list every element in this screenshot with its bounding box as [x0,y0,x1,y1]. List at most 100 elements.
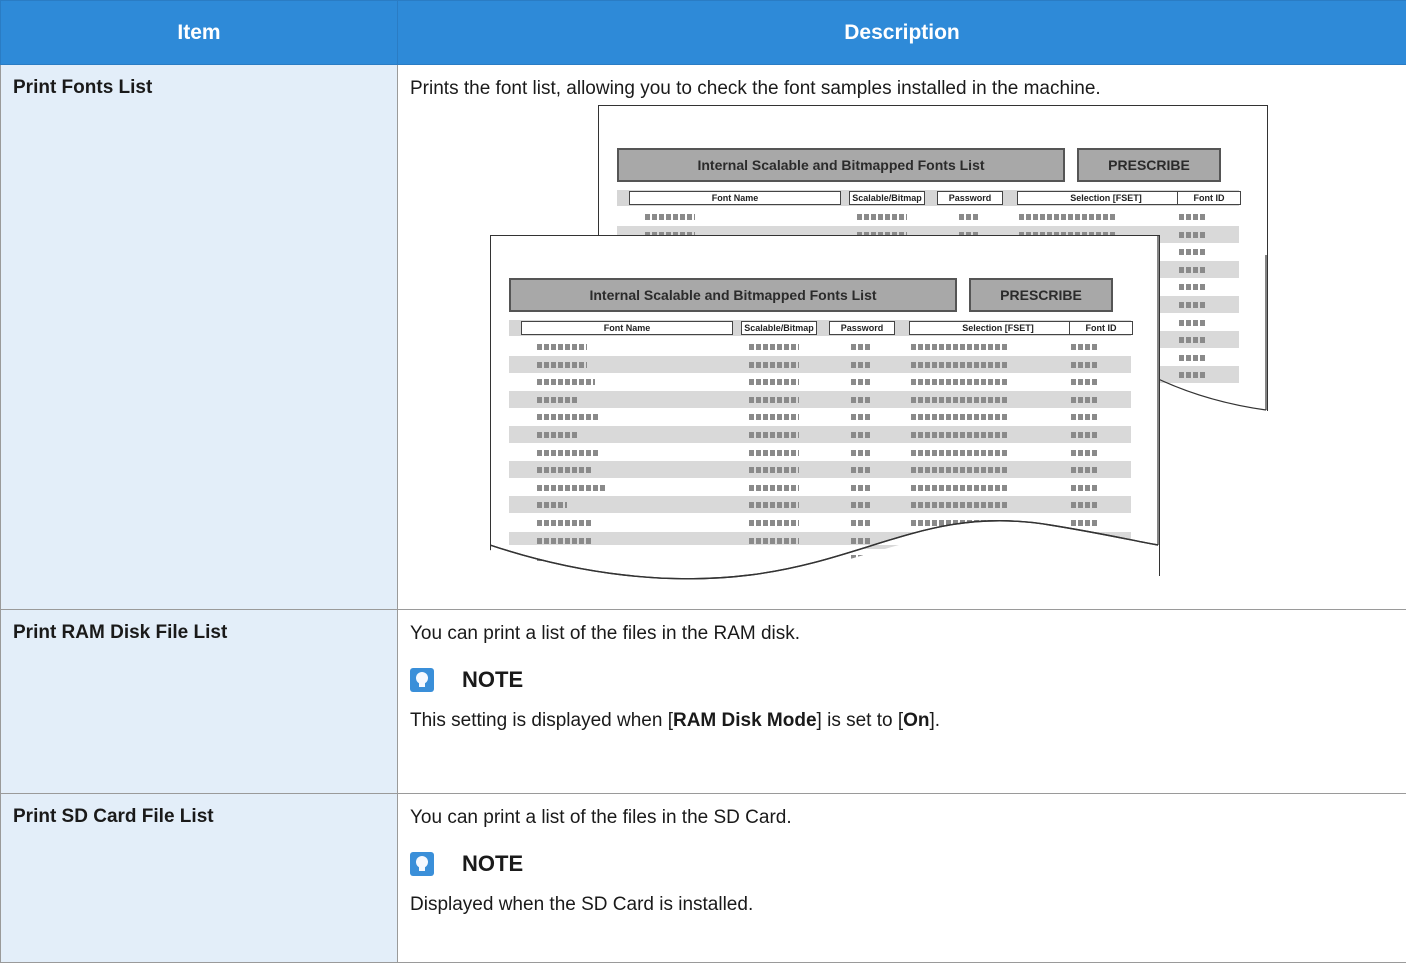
description-cell: You can print a list of the files in the… [398,794,1406,963]
sample-row [509,391,1131,408]
placeholder-text [749,432,799,438]
placeholder-text [911,467,1007,473]
on-label: On [903,710,929,731]
list-title-banner: Internal Scalable and Bitmapped Fonts Li… [617,148,1065,182]
placeholder-text [911,362,1007,368]
font-list-illustration: Internal Scalable and Bitmapped Fonts Li… [490,105,1280,585]
header-item: Item [1,1,398,65]
note-heading: NOTE [410,851,1394,877]
placeholder-text [537,485,607,491]
placeholder-text [857,214,907,220]
placeholder-text [645,214,695,220]
sample-row [509,549,1131,566]
placeholder-text [537,555,593,561]
column-header-bar: Font NameScalable/BitmapPasswordSelectio… [617,190,1239,206]
placeholder-text [1179,320,1207,326]
placeholder-text [749,538,799,544]
prescribe-banner: PRESCRIBE [969,278,1113,312]
note-title: NOTE [462,851,523,877]
placeholder-text [749,362,799,368]
note-heading: NOTE [410,667,1394,693]
note-lightbulb-icon [410,668,434,692]
note-lightbulb-icon [410,852,434,876]
sample-row [509,444,1131,461]
placeholder-text [537,379,595,385]
placeholder-text [851,414,871,420]
sample-row [509,373,1131,390]
placeholder-text [851,502,871,508]
placeholder-text [911,344,1007,350]
sample-row [509,514,1131,531]
placeholder-text [537,502,567,508]
placeholder-text [911,432,1007,438]
sample-row [617,208,1239,225]
placeholder-text [537,432,577,438]
placeholder-text [1071,450,1099,456]
placeholder-text [749,397,799,403]
placeholder-text [749,555,799,561]
placeholder-text [749,520,799,526]
item-print-fonts-list: Print Fonts List [1,65,398,610]
placeholder-text [1071,555,1099,561]
placeholder-text [1071,502,1099,508]
placeholder-text [749,414,799,420]
sample-row [509,496,1131,513]
column-header: Scalable/Bitmap [849,191,925,205]
placeholder-text [851,485,871,491]
header-description: Description [398,1,1406,65]
placeholder-text [1071,362,1099,368]
item-print-ram-disk-file-list: Print RAM Disk File List [1,610,398,794]
placeholder-text [537,538,593,544]
sample-row [509,532,1131,549]
description-text: You can print a list of the files in the… [410,622,1394,645]
sample-row [509,356,1131,373]
placeholder-text [959,214,979,220]
placeholder-text [537,450,599,456]
placeholder-text [911,414,1007,420]
placeholder-text [1071,379,1099,385]
placeholder-text [851,467,871,473]
placeholder-text [1179,337,1207,343]
placeholder-text [851,379,871,385]
placeholder-text [749,485,799,491]
placeholder-text [851,538,871,544]
table-row: Print RAM Disk File List You can print a… [1,610,1406,794]
column-header: Font ID [1069,321,1133,335]
description-text: Prints the font list, allowing you to ch… [410,77,1394,100]
placeholder-text [1179,214,1207,220]
item-print-sd-card-file-list: Print SD Card File List [1,794,398,963]
note-title: NOTE [462,667,523,693]
placeholder-text [1071,467,1099,473]
column-header-bar: Font NameScalable/BitmapPasswordSelectio… [509,320,1131,336]
placeholder-text [1179,302,1207,308]
sample-row [509,338,1131,355]
placeholder-text [1179,355,1207,361]
column-header: Selection [FSET] [909,321,1087,335]
placeholder-text [1071,432,1099,438]
placeholder-text [911,379,1007,385]
placeholder-text [1179,232,1207,238]
column-header: Font Name [521,321,733,335]
placeholder-text [851,397,871,403]
note-text: Displayed when the SD Card is installed. [410,893,1394,916]
ram-disk-mode-label: RAM Disk Mode [673,710,817,731]
sample-row [509,426,1131,443]
placeholder-text [911,485,1007,491]
placeholder-text [1179,372,1207,378]
column-header: Password [937,191,1003,205]
placeholder-text [1071,520,1099,526]
placeholder-text [851,344,871,350]
placeholder-text [1071,485,1099,491]
placeholder-text [1179,284,1207,290]
list-title-banner: Internal Scalable and Bitmapped Fonts Li… [509,278,957,312]
note-text: This setting is displayed when [RAM Disk… [410,709,1394,732]
placeholder-text [851,432,871,438]
placeholder-text [1071,397,1099,403]
sample-row [509,461,1131,478]
placeholder-text [537,414,599,420]
placeholder-text [1179,249,1207,255]
column-header: Scalable/Bitmap [741,321,817,335]
placeholder-text [537,520,593,526]
prescribe-banner: PRESCRIBE [1077,148,1221,182]
table-row: Print SD Card File List You can print a … [1,794,1406,963]
